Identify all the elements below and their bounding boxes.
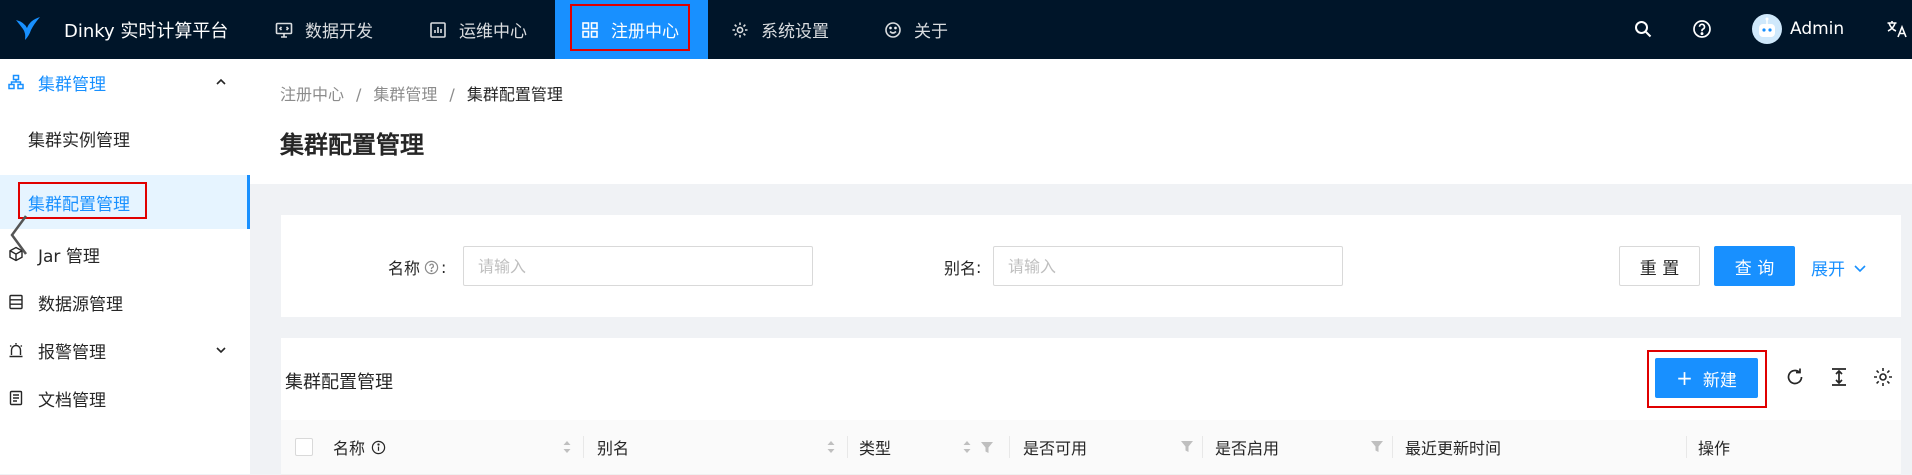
chevron-down-icon — [216, 347, 226, 354]
highlight-box-registry — [570, 4, 690, 51]
top-navigation-bar: Dinky 实时计算平台 数据开发 运维中心 注册中心 系统设置 关于 Admi… — [0, 0, 1912, 59]
sidebar-item-label: 文档管理 — [38, 390, 106, 411]
sort-icon — [563, 441, 571, 453]
question-circle-icon[interactable] — [424, 260, 439, 275]
alias-field-label: 别名: — [944, 257, 982, 279]
column-divider — [1392, 436, 1393, 458]
column-header-updated-time[interactable]: 最近更新时间 — [1405, 420, 1501, 474]
table-title: 集群配置管理 — [285, 372, 393, 393]
sidebar-item-label: Jar 管理 — [38, 246, 100, 267]
sidebar: 集群管理 集群实例管理 集群配置管理 Jar 管理 数据源管理 报警管理 文档管… — [0, 59, 250, 474]
dinky-logo-icon — [16, 17, 40, 40]
menu-label: 系统设置 — [761, 22, 829, 42]
search-form: 名称 : 别名: 重 置 查 询 展开 — [281, 215, 1901, 317]
column-header-enabled[interactable]: 是否启用 — [1215, 420, 1279, 474]
column-height-icon[interactable] — [1828, 366, 1850, 388]
column-header-type[interactable]: 类型 — [859, 420, 891, 474]
sorter-alias[interactable] — [826, 439, 836, 455]
user-name[interactable]: Admin — [1790, 19, 1844, 39]
chevron-down-icon — [1854, 264, 1866, 272]
breadcrumb-item-current: 集群配置管理 — [466, 85, 563, 104]
breadcrumb-item-cluster[interactable]: 集群管理 — [373, 85, 437, 104]
filter-icon — [1371, 441, 1383, 452]
table-header: 名称 别名 类型 是否可用 是否启用 最近更新时间 操作 — [281, 420, 1901, 475]
query-button[interactable]: 查 询 — [1714, 246, 1795, 286]
name-input[interactable] — [463, 246, 813, 286]
robot-avatar-icon — [1759, 17, 1775, 37]
table-card: 集群配置管理 + 新建 名称 别名 类型 是否可用 是否启用 最近更新时间 操作 — [281, 338, 1901, 475]
breadcrumb: 注册中心 / 集群管理 / 集群配置管理 — [280, 81, 563, 105]
search-icon[interactable] — [1633, 19, 1653, 39]
filter-available[interactable] — [1180, 439, 1194, 453]
dashboard-icon — [430, 21, 446, 38]
sort-icon — [963, 441, 971, 453]
info-circle-icon[interactable] — [371, 440, 386, 455]
menu-label: 关于 — [914, 22, 948, 42]
reset-button[interactable]: 重 置 — [1619, 246, 1700, 286]
smile-icon — [885, 21, 901, 38]
sidebar-group-label: 集群管理 — [38, 74, 106, 95]
sorter-filter-type[interactable] — [962, 439, 994, 455]
menu-label: 运维中心 — [459, 22, 527, 42]
page-title: 集群配置管理 — [280, 131, 424, 159]
cluster-icon — [8, 74, 24, 90]
menu-system-settings[interactable]: 系统设置 — [731, 0, 829, 59]
column-divider — [847, 436, 848, 458]
highlight-box-new-button — [1647, 350, 1767, 408]
sidebar-item-cluster-instance[interactable]: 集群实例管理 — [0, 114, 250, 162]
gear-icon — [732, 22, 748, 37]
alert-icon — [9, 343, 23, 358]
select-all-checkbox[interactable] — [295, 438, 313, 456]
breadcrumb-item-registry[interactable]: 注册中心 — [280, 85, 344, 104]
sort-icon — [827, 441, 835, 453]
page-header: 注册中心 / 集群管理 / 集群配置管理 集群配置管理 — [250, 59, 1912, 184]
breadcrumb-separator: / — [356, 85, 362, 104]
reload-icon[interactable] — [1784, 366, 1806, 388]
breadcrumb-separator: / — [449, 85, 455, 104]
sorter-name[interactable] — [562, 439, 572, 455]
sidebar-item-label: 数据源管理 — [38, 294, 123, 315]
column-divider — [583, 436, 584, 458]
sidebar-item-datasource[interactable]: 数据源管理 — [0, 279, 250, 325]
highlight-box-cluster-config — [18, 182, 147, 219]
column-header-alias[interactable]: 别名 — [597, 420, 629, 474]
menu-data-development[interactable]: 数据开发 — [275, 0, 373, 59]
filter-icon — [1181, 441, 1193, 452]
sidebar-item-label: 集群实例管理 — [28, 130, 130, 151]
sidebar-group-cluster-management[interactable]: 集群管理 — [0, 59, 250, 105]
menu-label: 数据开发 — [305, 22, 373, 42]
expand-button[interactable]: 展开 — [1811, 255, 1867, 280]
column-header-actions: 操作 — [1698, 439, 1731, 458]
monitor-code-icon — [275, 22, 293, 38]
menu-ops-center[interactable]: 运维中心 — [429, 0, 527, 59]
sidebar-item-label: 报警管理 — [38, 342, 106, 363]
column-divider — [1686, 436, 1687, 458]
sidebar-item-alert[interactable]: 报警管理 — [0, 327, 250, 373]
column-header-available[interactable]: 是否可用 — [1023, 420, 1087, 474]
chevron-left-icon[interactable] — [6, 212, 32, 258]
filter-enabled[interactable] — [1370, 439, 1384, 453]
column-header-name[interactable]: 名称 — [333, 420, 386, 474]
name-field-label: 名称 : — [388, 257, 447, 279]
avatar[interactable] — [1752, 14, 1782, 44]
sidebar-item-jar[interactable]: Jar 管理 — [0, 231, 250, 277]
translation-icon[interactable] — [1886, 19, 1908, 39]
database-icon — [9, 294, 23, 310]
sidebar-item-document[interactable]: 文档管理 — [0, 375, 250, 421]
column-divider — [1202, 436, 1203, 458]
menu-about[interactable]: 关于 — [884, 0, 948, 59]
gear-icon[interactable] — [1872, 366, 1894, 388]
chevron-up-icon — [216, 78, 226, 85]
alias-input[interactable] — [993, 246, 1343, 286]
filter-icon — [981, 442, 993, 453]
question-circle-icon[interactable] — [1692, 19, 1712, 39]
column-divider — [1009, 436, 1010, 458]
app-title: Dinky 实时计算平台 — [64, 21, 229, 42]
file-text-icon — [9, 390, 23, 406]
